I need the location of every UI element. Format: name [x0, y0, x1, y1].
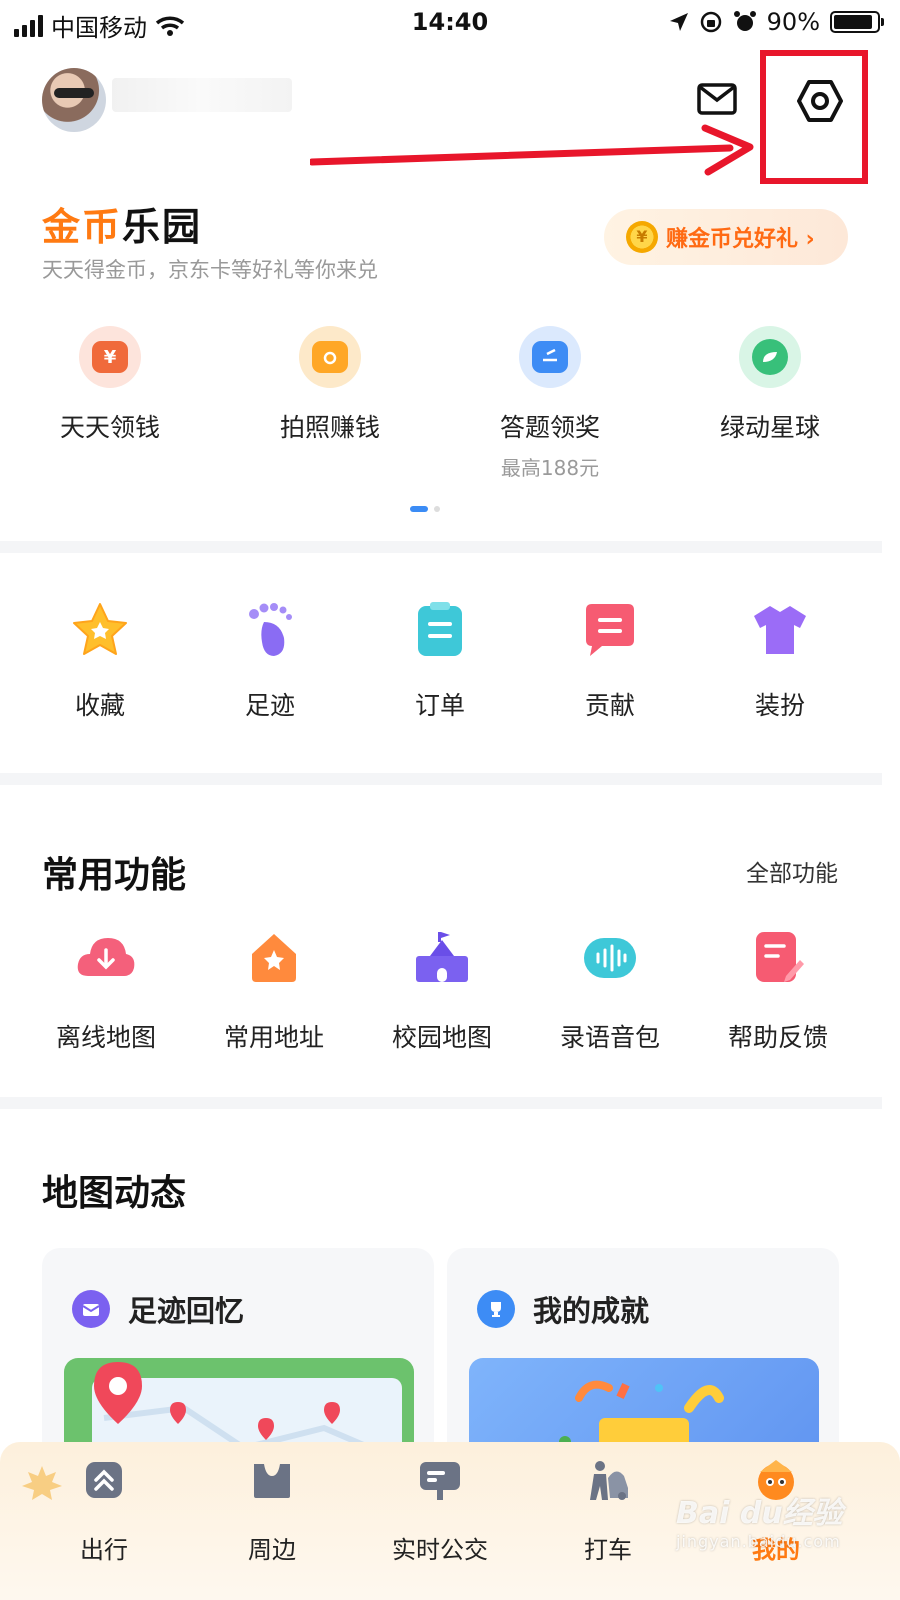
quick-label: 订单 [414, 691, 465, 720]
page-indicator [410, 506, 440, 512]
coin-item-label: 拍照赚钱 [279, 413, 380, 442]
leaf-planet-icon [739, 326, 801, 388]
memory-envelope-icon [72, 1290, 110, 1328]
common-functions-title: 常用功能 [42, 855, 187, 896]
coin-item-daily-money[interactable]: ¥ 天天领钱 [0, 326, 220, 481]
tab-label: 出行 [80, 1536, 128, 1564]
comment-icon [586, 604, 634, 656]
tab-taxi[interactable]: 打车 [538, 1458, 678, 1565]
avatar[interactable] [42, 68, 106, 132]
cloud-download-icon [77, 938, 135, 976]
taxi-person-icon [590, 1461, 628, 1500]
func-record-voice[interactable]: 录语音包 [526, 928, 694, 1054]
username-blurred [112, 78, 292, 112]
quick-favorites[interactable]: 收藏 [20, 600, 180, 722]
coin-park-title: 金币乐园 [42, 196, 202, 251]
section-divider [0, 541, 882, 553]
earn-coins-button[interactable]: ¥ 赚金币兑好礼 › [604, 209, 848, 265]
func-label: 帮助反馈 [727, 1023, 828, 1052]
quick-footprints[interactable]: 足迹 [190, 600, 350, 722]
tab-label: 打车 [584, 1536, 632, 1564]
quick-contribution[interactable]: 贡献 [530, 600, 690, 722]
quick-entry-row: 收藏 足迹 订单 贡献 装扮 [20, 600, 860, 722]
alarm-icon [733, 11, 756, 31]
tab-realtime-bus[interactable]: 实时公交 [370, 1458, 510, 1565]
mail-icon[interactable] [697, 82, 737, 116]
settings-highlight-box [760, 50, 868, 184]
func-offline-map[interactable]: 离线地图 [22, 928, 190, 1054]
battery-percent: 90% [766, 8, 820, 36]
quick-orders[interactable]: 订单 [360, 600, 520, 722]
tab-label: 实时公交 [392, 1536, 488, 1564]
footprint-icon [249, 603, 292, 656]
nearby-bag-icon [254, 1464, 290, 1498]
tab-nearby[interactable]: 周边 [202, 1458, 342, 1565]
coin-park-title-part1: 金币 [42, 205, 123, 249]
quick-label: 装扮 [754, 691, 805, 720]
coin-park-row: ¥ 天天领钱 拍照赚钱 答题领奖 最高188元 绿动星球 [0, 326, 900, 481]
coin-icon: ¥ [626, 221, 658, 253]
earn-coins-label: 赚金币兑好礼 › [666, 227, 815, 252]
battery-icon [830, 11, 884, 33]
tshirt-icon [754, 606, 806, 654]
card-title: 我的成就 [533, 1294, 650, 1328]
money-icon: ¥ [79, 326, 141, 388]
func-common-address[interactable]: 常用地址 [190, 928, 358, 1054]
func-label: 常用地址 [223, 1023, 324, 1052]
map-feed-title: 地图动态 [42, 1173, 187, 1214]
watermark-line2: jingyan.baidu.com [676, 1532, 841, 1551]
quiz-icon [519, 326, 581, 388]
section-divider [0, 773, 882, 785]
tab-travel[interactable]: 出行 [34, 1458, 174, 1565]
func-label: 录语音包 [559, 1023, 660, 1052]
coin-item-quiz[interactable]: 答题领奖 最高188元 [440, 326, 660, 481]
coin-item-sublabel: 最高188元 [500, 456, 600, 480]
quick-label: 收藏 [74, 691, 125, 720]
red-arrow-annotation [310, 124, 754, 176]
baidu-watermark: Bai du经验 jingyan.baidu.com [676, 1488, 843, 1551]
common-functions-row: 离线地图 常用地址 校园地图 录语音包 帮助反馈 [22, 928, 862, 1054]
star-icon [73, 603, 127, 655]
func-campus-map[interactable]: 校园地图 [358, 928, 526, 1054]
section-divider [0, 1097, 882, 1109]
card-title: 足迹回忆 [128, 1294, 245, 1328]
watermark-line1: Bai du经验 [676, 1496, 843, 1531]
rotation-lock-icon [700, 11, 721, 33]
coin-item-label: 绿动星球 [719, 413, 820, 442]
coin-item-photo[interactable]: 拍照赚钱 [220, 326, 440, 481]
func-label: 校园地图 [391, 1023, 492, 1052]
coin-item-label: 答题领奖 [499, 413, 600, 442]
order-clipboard-icon [418, 602, 462, 656]
home-star-icon [252, 934, 296, 982]
coin-item-label: 天天领钱 [59, 413, 160, 442]
campus-building-icon [416, 932, 468, 982]
bus-sign-icon [420, 1462, 460, 1500]
coin-park-subtitle: 天天得金币，京东卡等好礼等你来兑 [42, 258, 378, 282]
location-arrow-icon [669, 13, 688, 31]
camera-icon [299, 326, 361, 388]
all-functions-link[interactable]: 全部功能 [746, 854, 838, 888]
coin-park-title-part2: 乐园 [122, 205, 203, 249]
func-help-feedback[interactable]: 帮助反馈 [694, 928, 862, 1054]
coin-item-green-planet[interactable]: 绿动星球 [660, 326, 880, 481]
quick-label: 足迹 [244, 691, 295, 720]
voice-wave-icon [584, 938, 636, 978]
feedback-edit-icon [756, 932, 804, 982]
quick-label: 贡献 [584, 691, 635, 720]
tab-label: 周边 [248, 1536, 296, 1564]
trophy-icon [477, 1290, 515, 1328]
quick-dressup[interactable]: 装扮 [700, 600, 860, 722]
func-label: 离线地图 [55, 1023, 156, 1052]
status-bar: 中国移动 14:40 90% [0, 0, 900, 46]
travel-arrow-icon [86, 1462, 122, 1498]
